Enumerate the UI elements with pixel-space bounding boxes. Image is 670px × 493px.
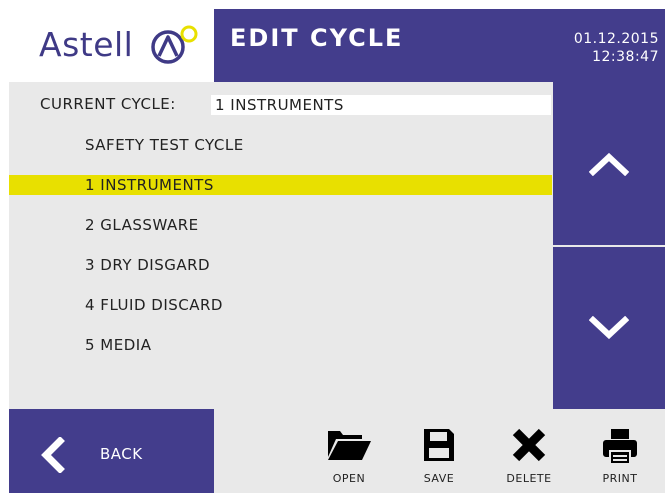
save-button[interactable]: SAVE xyxy=(404,409,474,493)
printer-icon xyxy=(603,429,637,465)
cycle-item-label: 3 DRY DISGARD xyxy=(85,256,211,274)
save-label: SAVE xyxy=(423,472,455,485)
logo-mark-icon xyxy=(151,25,198,64)
page-title: EDIT CYCLE xyxy=(230,24,404,52)
print-label: PRINT xyxy=(602,472,638,485)
screen-frame: Astell EDIT CYCLE 01.12.2015 12:38:47 CU… xyxy=(9,9,665,493)
open-label: OPEN xyxy=(332,472,366,485)
logo-text: Astell xyxy=(39,25,134,64)
cycle-item-glassware[interactable]: 2 GLASSWARE xyxy=(9,215,552,235)
delete-button[interactable]: DELETE xyxy=(494,409,564,493)
date-display: 01.12.2015 xyxy=(573,31,659,47)
time-display: 12:38:47 xyxy=(592,49,659,65)
print-button[interactable]: PRINT xyxy=(585,409,655,493)
cycle-item-label: 4 FLUID DISCARD xyxy=(85,296,223,314)
folder-open-icon xyxy=(328,431,371,460)
cycle-item-dry-discard[interactable]: 3 DRY DISGARD xyxy=(9,255,552,275)
cycle-item-instruments[interactable]: 1 INSTRUMENTS xyxy=(9,175,552,195)
current-cycle-value: 1 INSTRUMENTS xyxy=(215,96,344,114)
x-delete-icon xyxy=(512,428,546,462)
back-button[interactable]: BACK xyxy=(9,409,214,493)
header-bar: EDIT CYCLE 01.12.2015 12:38:47 xyxy=(214,9,665,82)
scroll-up-button[interactable] xyxy=(553,82,665,245)
cycle-item-fluid-discard[interactable]: 4 FLUID DISCARD xyxy=(9,295,552,315)
chevron-down-icon xyxy=(589,316,629,340)
cycle-item-label: 5 MEDIA xyxy=(85,336,152,354)
delete-label: DELETE xyxy=(506,472,552,485)
back-label: BACK xyxy=(100,445,143,463)
current-cycle-field: 1 INSTRUMENTS xyxy=(211,95,551,115)
cycle-item-label: SAFETY TEST CYCLE xyxy=(85,136,244,154)
floppy-disk-icon xyxy=(424,429,454,461)
current-cycle-label: CURRENT CYCLE: xyxy=(40,95,176,113)
chevron-left-icon xyxy=(41,437,65,473)
cycle-item-label: 1 INSTRUMENTS xyxy=(85,176,214,194)
logo: Astell xyxy=(9,9,214,82)
open-button[interactable]: OPEN xyxy=(314,409,384,493)
cycle-item-label: 2 GLASSWARE xyxy=(85,216,199,234)
chevron-up-icon xyxy=(589,152,629,176)
cycle-item-media[interactable]: 5 MEDIA xyxy=(9,335,552,355)
cycle-item-safety-test[interactable]: SAFETY TEST CYCLE xyxy=(9,135,552,155)
scroll-down-button[interactable] xyxy=(553,247,665,409)
